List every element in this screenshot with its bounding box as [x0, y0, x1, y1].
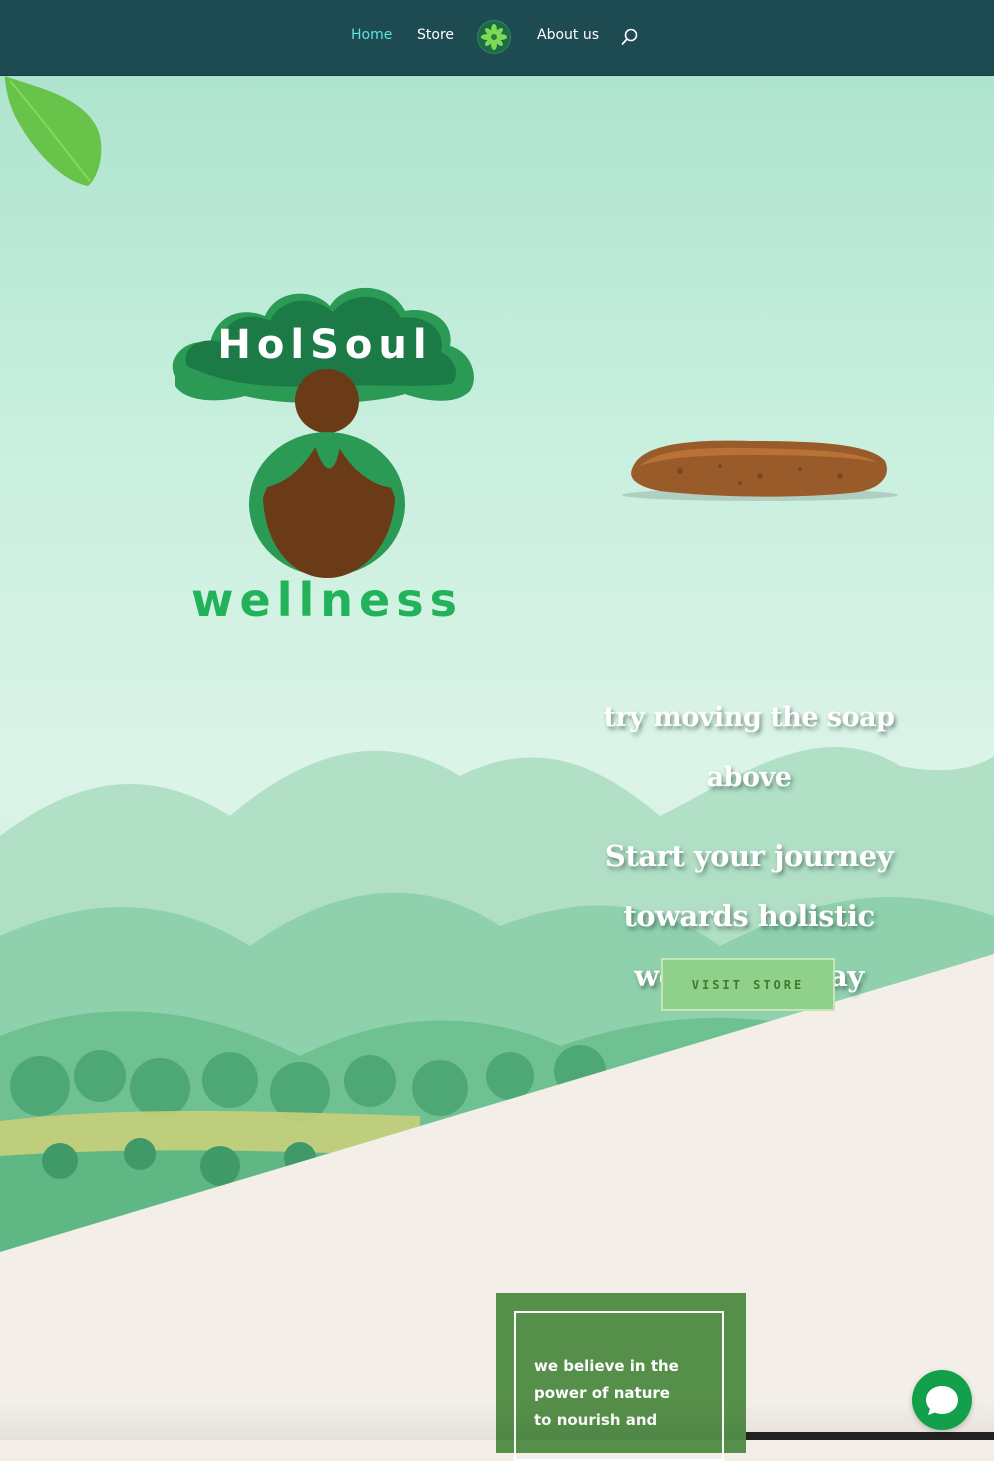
- tagline-soap-hint: try moving the soap above: [603, 702, 895, 793]
- chat-bubble-icon: [926, 1386, 958, 1415]
- leaf-flower-icon[interactable]: [477, 20, 511, 54]
- nav-store[interactable]: Store: [417, 27, 454, 43]
- nav-about-us[interactable]: About us: [537, 27, 599, 43]
- nav-home[interactable]: Home: [351, 27, 392, 43]
- visit-store-button[interactable]: VISIT STORE: [661, 958, 835, 1011]
- soap-bar-image[interactable]: [620, 421, 900, 511]
- search-icon[interactable]: [621, 28, 639, 46]
- leaf-decoration: [5, 76, 102, 186]
- section-divider: [0, 954, 994, 1256]
- hero-section: HolSoul wellness try moving the soap abo…: [0, 76, 994, 1256]
- chat-button[interactable]: [912, 1370, 972, 1430]
- logo-text-bottom: wellness: [191, 573, 463, 627]
- top-navigation: Home Store About us: [0, 0, 994, 76]
- bottom-bar: [746, 1432, 994, 1440]
- logo-text-top: HolSoul: [217, 322, 432, 368]
- holsoul-logo: HolSoul wellness: [172, 287, 474, 627]
